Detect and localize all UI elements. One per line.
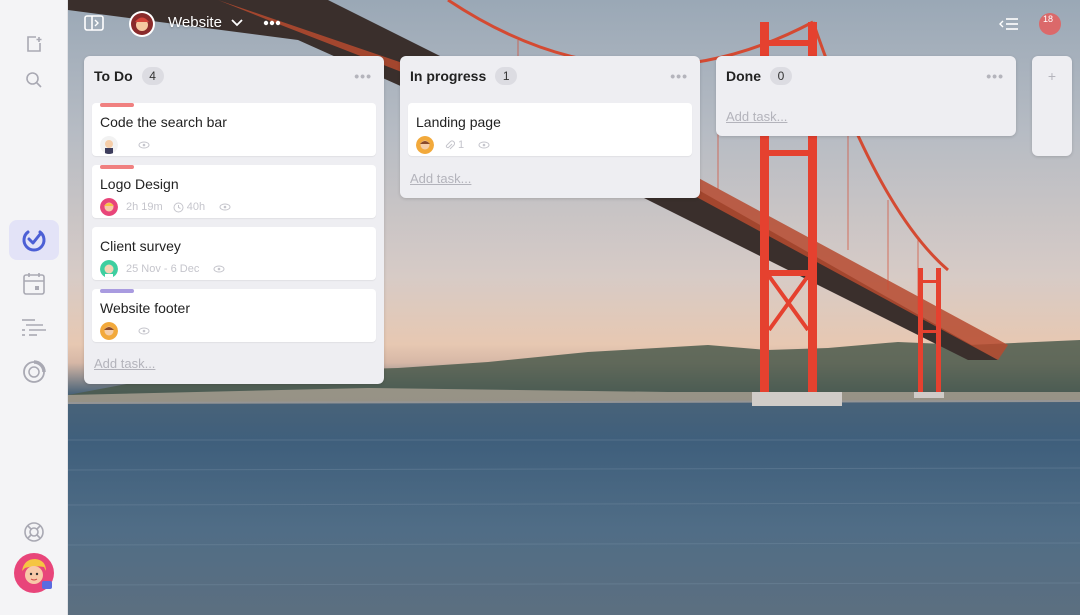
attachment-count: 1 <box>458 139 465 151</box>
task-meta: 2h 19m 40h <box>100 198 231 216</box>
tasks-check-icon <box>22 230 46 252</box>
calendar-nav-button[interactable] <box>9 264 59 304</box>
add-task-link[interactable]: Add task... <box>410 171 471 186</box>
assignee-avatar <box>100 260 118 278</box>
priority-label <box>100 165 134 169</box>
new-task-button[interactable] <box>9 24 59 64</box>
left-icon-rail <box>0 0 68 615</box>
column-to-do: To Do 4 ••• Code the search bar Logo Des… <box>84 56 384 384</box>
paperclip-icon <box>445 140 455 149</box>
add-task-link[interactable]: Add task... <box>94 356 155 371</box>
help-button[interactable] <box>9 512 59 552</box>
task-meta <box>100 322 150 340</box>
eye-icon <box>219 203 231 211</box>
estimate-value: 40h <box>186 201 206 213</box>
eye-icon <box>138 141 150 149</box>
column-more-button[interactable]: ••• <box>354 68 372 84</box>
attachments: 1 <box>444 139 464 151</box>
add-task-link[interactable]: Add task... <box>726 109 787 124</box>
task-meta <box>100 136 150 154</box>
user-avatar-icon <box>14 553 54 593</box>
column-count: 0 <box>770 67 792 85</box>
column-title: Done <box>726 68 761 84</box>
board-name[interactable]: Website <box>168 14 222 31</box>
assignee-avatar <box>100 198 118 216</box>
priority-label <box>100 103 134 107</box>
reports-icon <box>23 360 46 383</box>
assignee-avatar <box>416 136 434 154</box>
estimate: 40h <box>173 201 205 213</box>
task-card[interactable]: Landing page 1 <box>408 103 692 156</box>
calendar-icon <box>23 273 45 295</box>
task-title: Code the search bar <box>100 114 227 130</box>
task-title: Logo Design <box>100 176 179 192</box>
eye-icon <box>213 265 225 273</box>
task-title: Landing page <box>416 114 501 130</box>
column-count: 4 <box>141 67 164 85</box>
column-header: In progress 1 <box>410 67 518 85</box>
activity-icon <box>999 18 1018 30</box>
activity-button[interactable] <box>998 15 1020 33</box>
column-more-button[interactable]: ••• <box>986 68 1004 84</box>
timeline-icon <box>22 319 46 336</box>
reports-nav-button[interactable] <box>9 352 59 392</box>
board-avatar[interactable] <box>128 10 156 38</box>
column-count: 1 <box>495 67 518 85</box>
clock-icon <box>173 202 184 212</box>
column-header: To Do 4 <box>94 67 164 85</box>
chevron-down-icon <box>231 19 243 27</box>
column-more-button[interactable]: ••• <box>670 68 688 84</box>
column-title: To Do <box>94 68 133 84</box>
time-spent: 2h 19m <box>126 201 163 213</box>
top-bar: Website 18 <box>68 0 1080 48</box>
board-dropdown-button[interactable] <box>230 16 244 30</box>
task-title: Website footer <box>100 300 191 316</box>
task-card[interactable]: Code the search bar <box>92 103 376 156</box>
task-card[interactable]: Client survey 25 Nov - 6 Dec <box>92 227 376 280</box>
task-card[interactable]: Website footer <box>92 289 376 342</box>
task-title: Client survey <box>100 238 181 254</box>
add-column-button[interactable]: + <box>1032 56 1072 156</box>
column-header: Done 0 <box>726 67 792 85</box>
notification-count: 18 <box>1043 14 1054 24</box>
sidebar-toggle-button[interactable] <box>84 14 104 32</box>
timeline-nav-button[interactable] <box>9 308 59 348</box>
notifications-button[interactable]: 18 <box>1036 10 1064 38</box>
assignee-avatar <box>100 136 118 154</box>
priority-label <box>100 289 134 293</box>
board-avatar-icon <box>129 11 155 37</box>
board-more-button[interactable] <box>262 16 282 30</box>
more-icon <box>263 20 281 26</box>
task-card[interactable]: Logo Design 2h 19m 40h <box>92 165 376 218</box>
task-meta: 25 Nov - 6 Dec <box>100 260 225 278</box>
add-column-icon: + <box>1047 68 1057 84</box>
date-range: 25 Nov - 6 Dec <box>126 263 200 275</box>
eye-icon <box>478 141 490 149</box>
column-title: In progress <box>410 68 487 84</box>
assignee-avatar <box>100 322 118 340</box>
search-icon <box>26 72 42 88</box>
task-meta: 1 <box>416 136 490 154</box>
help-icon <box>24 522 44 542</box>
column-done: Done 0 ••• Add task... <box>716 56 1016 136</box>
sidebar-toggle-icon <box>84 15 104 31</box>
search-button[interactable] <box>9 60 59 100</box>
user-avatar[interactable] <box>14 553 54 593</box>
tasks-nav-button[interactable] <box>9 220 59 260</box>
new-task-icon <box>27 36 42 52</box>
eye-icon <box>138 327 150 335</box>
column-in-progress: In progress 1 ••• Landing page 1 Add tas… <box>400 56 700 198</box>
